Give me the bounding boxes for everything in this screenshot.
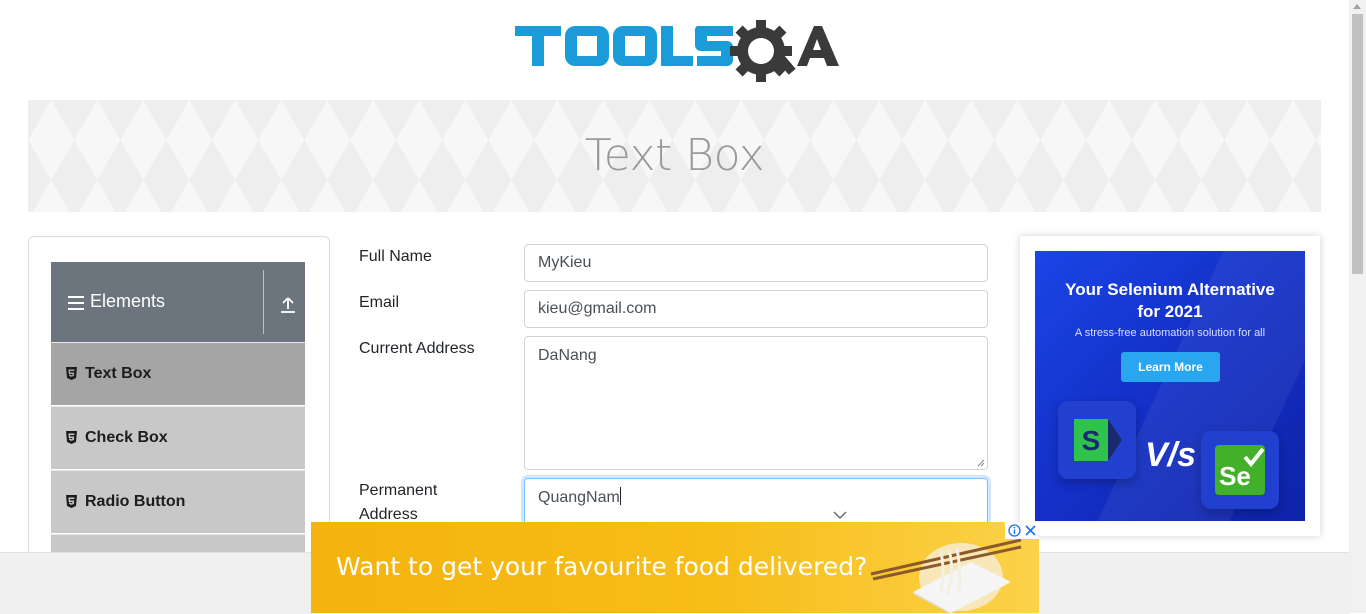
permanent-address-label: Permanent Address	[359, 479, 437, 527]
sidebar-item-check-box[interactable]: Check Box	[51, 406, 305, 469]
sidebar-item-text-box[interactable]: Text Box	[51, 342, 305, 405]
header-divider	[263, 270, 264, 334]
html5-icon	[66, 367, 77, 380]
scroll-up-icon[interactable]	[1353, 4, 1361, 9]
resize-grip-icon[interactable]	[977, 459, 985, 467]
food-ad-text: Want to get your favourite food delivere…	[336, 552, 868, 581]
versus-text: V/s	[1145, 436, 1197, 474]
header	[0, 0, 1349, 100]
sidebar-item-label: Check Box	[85, 429, 168, 446]
selenium-logo-tile: Se	[1201, 431, 1279, 509]
sidebar-item-radio-button[interactable]: Radio Button	[51, 470, 305, 533]
full-name-label: Full Name	[359, 248, 432, 265]
testsigma-icon: S	[1074, 419, 1122, 461]
sidebar-item-label: Text Box	[85, 365, 152, 382]
current-address-value: DaNang	[538, 347, 597, 364]
elements-group-header[interactable]: Elements	[51, 262, 305, 342]
ad-controls	[1005, 522, 1039, 539]
chevron-down-icon	[833, 511, 847, 519]
scrollbar-thumb[interactable]	[1352, 14, 1363, 274]
side-ad-creative[interactable]: Your Selenium Alternative for 2021 A str…	[1035, 251, 1305, 521]
info-icon[interactable]	[1008, 524, 1021, 537]
svg-text:Se: Se	[1219, 461, 1251, 491]
page-title: Text Box	[584, 130, 765, 181]
ad-subtitle: A stress-free automation solution for al…	[1074, 327, 1266, 339]
full-name-input[interactable]: MyKieu	[524, 244, 988, 282]
hamburger-icon	[68, 296, 84, 310]
text-caret	[619, 487, 621, 505]
food-delivery-ad[interactable]: Want to get your favourite food delivere…	[311, 522, 1039, 613]
testsigma-logo-tile: S	[1058, 401, 1136, 479]
svg-text:S: S	[1082, 425, 1101, 456]
close-icon[interactable]	[1024, 524, 1037, 537]
email-input[interactable]: kieu@gmail.com	[524, 290, 988, 328]
group-title: Elements	[90, 291, 166, 311]
sidebar-item-label: Radio Button	[85, 493, 186, 510]
learn-more-button[interactable]: Learn More	[1121, 352, 1220, 382]
selenium-icon: Se	[1215, 445, 1265, 495]
permanent-label-line2: Address	[359, 506, 418, 523]
toolsqa-logo[interactable]	[515, 14, 840, 92]
page-banner: Text Box	[28, 100, 1321, 212]
current-address-label: Current Address	[359, 340, 475, 357]
side-ad[interactable]: Your Selenium Alternative for 2021 A str…	[1020, 236, 1320, 536]
ad-title-line2: for 2021	[1137, 302, 1203, 321]
vertical-scrollbar[interactable]	[1349, 0, 1366, 613]
html5-icon	[66, 431, 77, 444]
permanent-address-value: QuangNam	[538, 489, 620, 506]
current-address-textarea[interactable]: DaNang	[524, 336, 988, 470]
permanent-label-line1: Permanent	[359, 482, 438, 499]
email-label: Email	[359, 294, 400, 311]
html5-icon	[66, 495, 77, 508]
upload-icon[interactable]	[280, 296, 296, 314]
left-menu-panel: Elements Text Box Check Box Radio Button	[28, 236, 330, 597]
ad-title-line1: Your Selenium Alternative	[1065, 280, 1275, 299]
